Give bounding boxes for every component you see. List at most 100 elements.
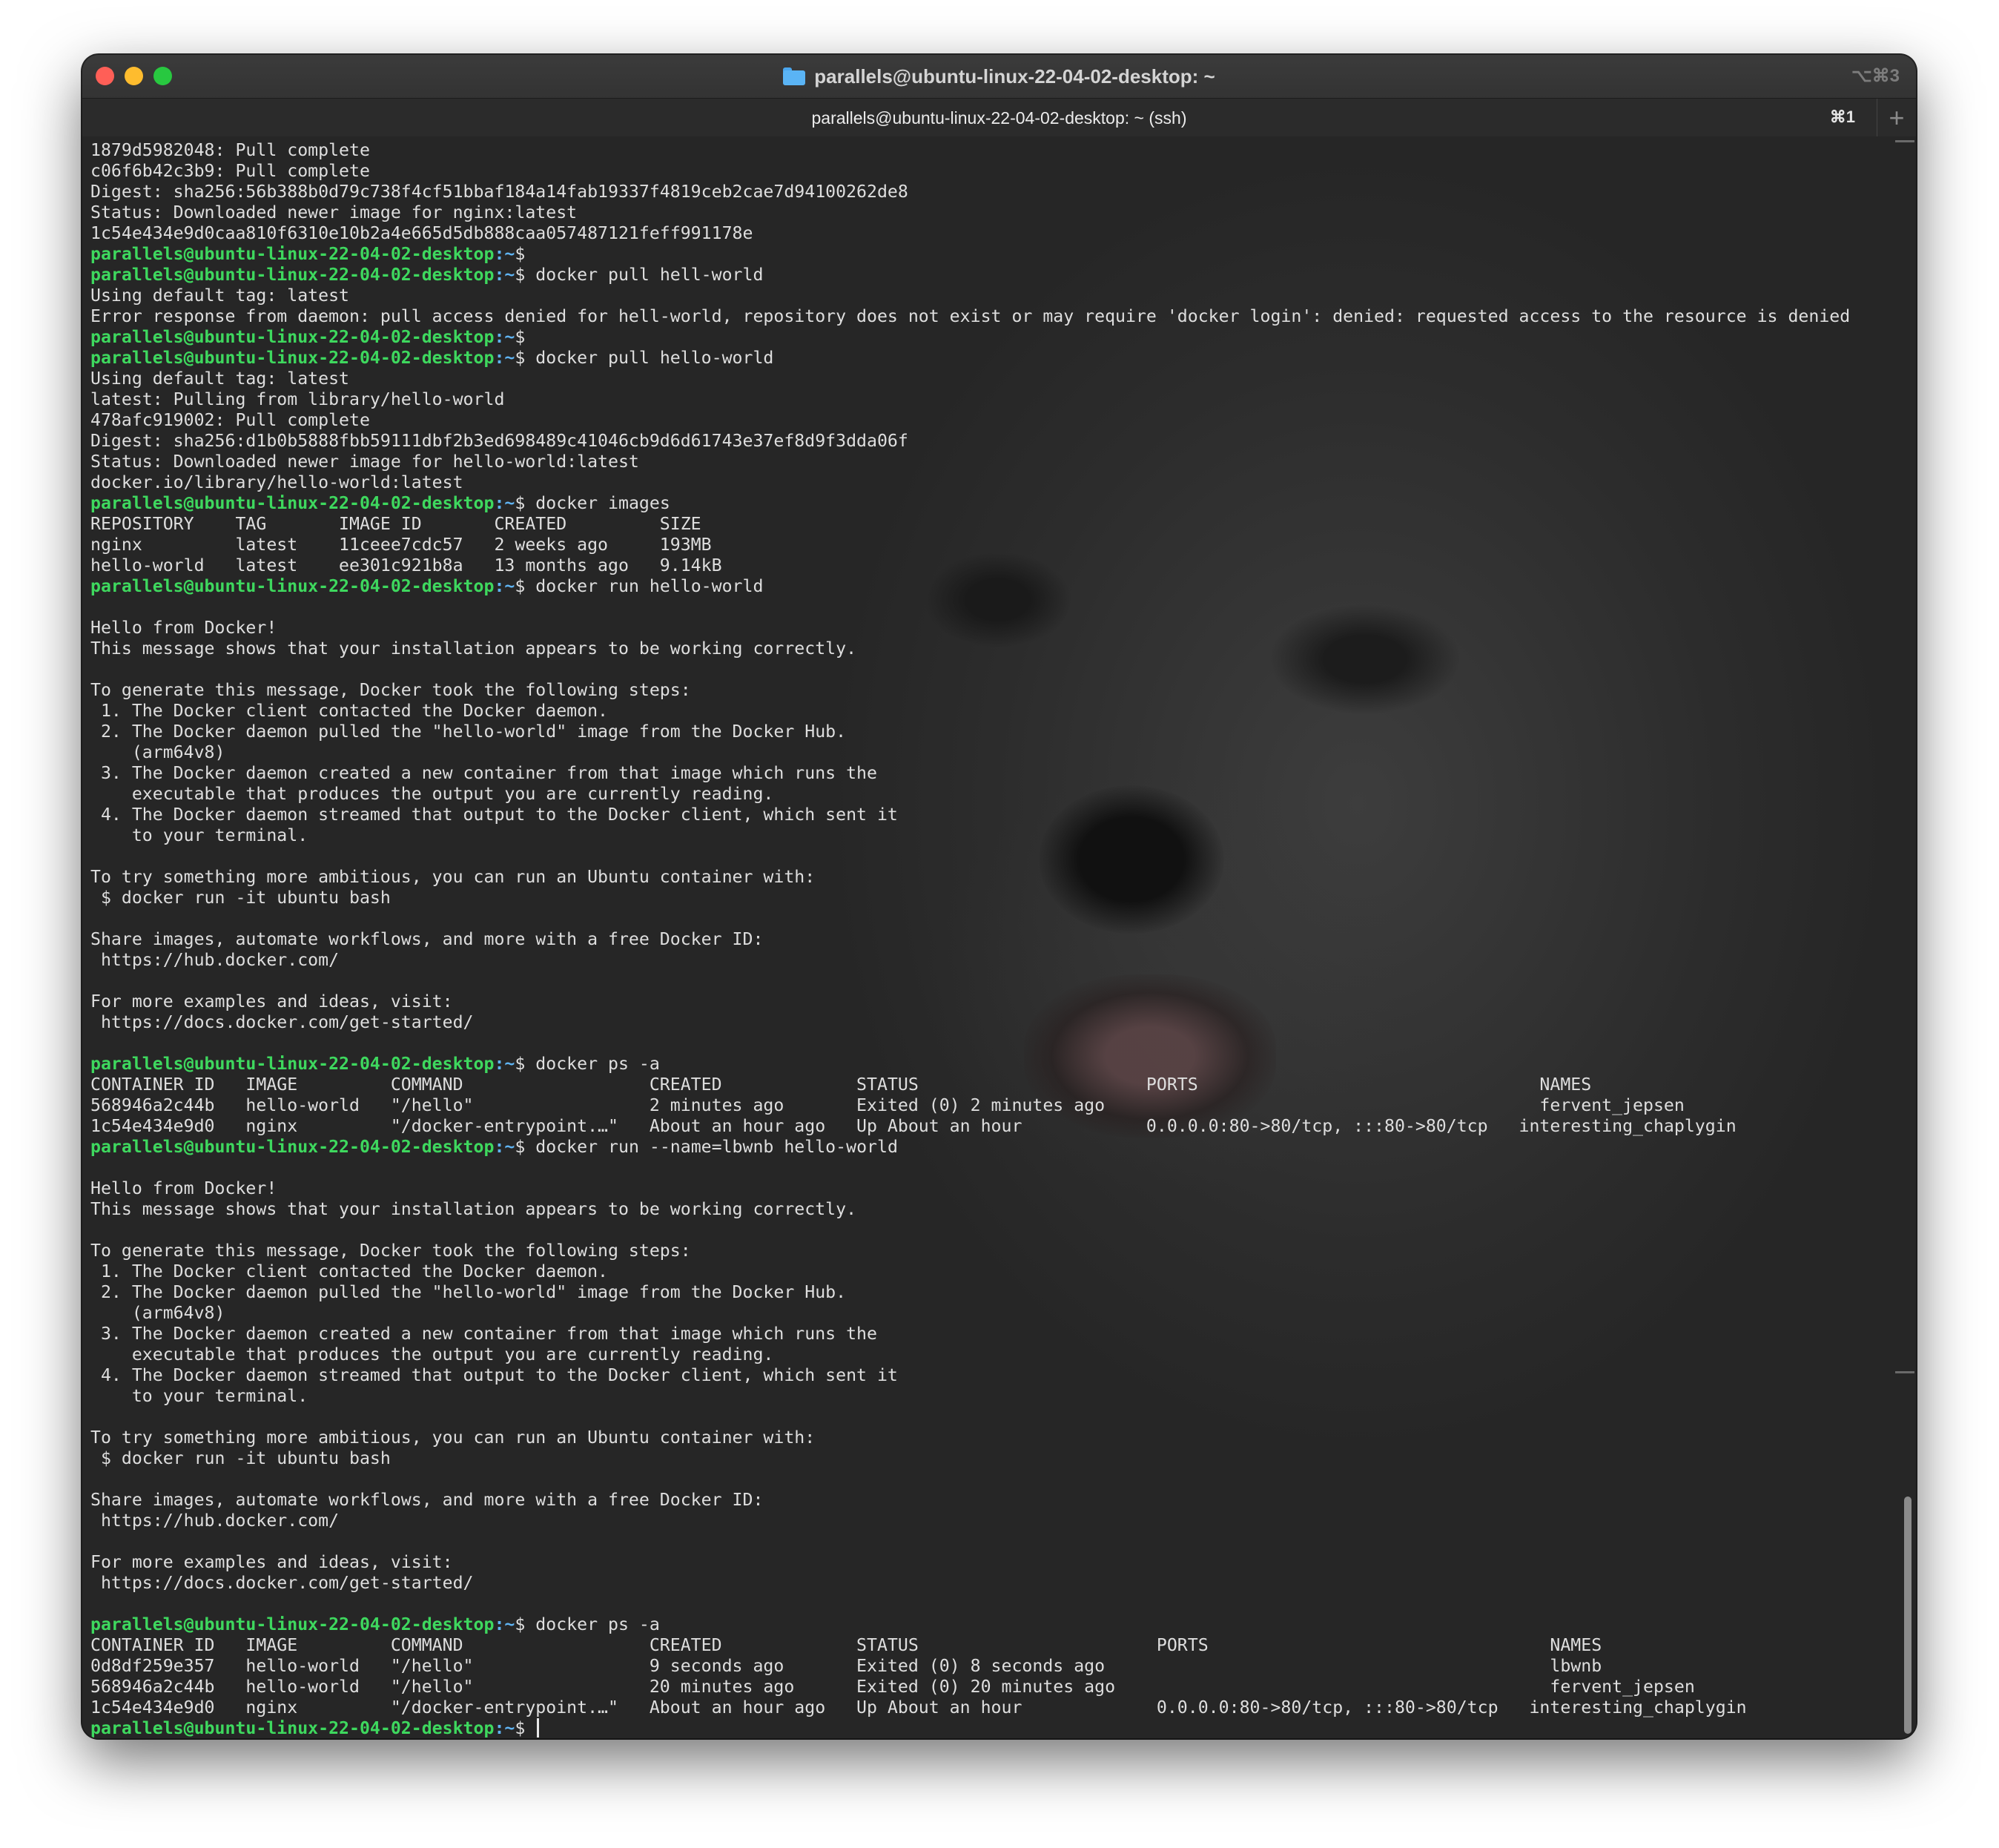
prompt-symbol: $ (515, 493, 526, 513)
prompt-path: :~ (494, 1718, 515, 1738)
output-line: Status: Downloaded newer image for nginx… (90, 202, 1850, 223)
command-text (525, 1718, 535, 1738)
output-line: latest: Pulling from library/hello-world (90, 389, 1850, 410)
output-text: 2. The Docker daemon pulled the "hello-w… (90, 1282, 847, 1302)
output-line: to your terminal. (90, 1386, 1850, 1407)
output-text: hello-world latest ee301c921b8a 13 month… (90, 555, 722, 575)
window-shortcut: ⌥⌘3 (1851, 66, 1900, 86)
output-line: Digest: sha256:56b388b0d79c738f4cf51bbaf… (90, 182, 1850, 202)
prompt-line: parallels@ubuntu-linux-22-04-02-desktop:… (90, 1718, 1850, 1738)
output-line: executable that produces the output you … (90, 784, 1850, 805)
prompt-symbol: $ (515, 348, 526, 368)
terminal-content[interactable]: 1879d5982048: Pull complete c06f6b42c3b9:… (82, 136, 1916, 1738)
tab-shortcut: ⌘1 (1829, 108, 1855, 126)
output-text: to your terminal. (90, 1386, 308, 1406)
new-tab-button[interactable]: + (1877, 99, 1916, 137)
output-line: This message shows that your installatio… (90, 1199, 1850, 1220)
output-line: 1c54e434e9d0 nginx "/docker-entrypoint.…… (90, 1697, 1850, 1718)
prompt-path: :~ (494, 493, 515, 513)
output-text: Status: Downloaded newer image for nginx… (90, 202, 578, 222)
output-line: 2. The Docker daemon pulled the "hello-w… (90, 1282, 1850, 1303)
close-button[interactable] (96, 67, 114, 85)
output-text: Using default tag: latest (90, 286, 350, 306)
command-text: docker images (525, 493, 670, 513)
prompt-user-host: parallels@ubuntu-linux-22-04-02-desktop (90, 265, 495, 285)
prompt-path: :~ (494, 1137, 515, 1157)
window-title: parallels@ubuntu-linux-22-04-02-desktop:… (814, 65, 1215, 88)
scrollbar-thumb[interactable] (1904, 1496, 1912, 1734)
output-text: Using default tag: latest (90, 369, 350, 389)
output-line: To generate this message, Docker took th… (90, 1241, 1850, 1261)
output-line: 478afc919002: Pull complete (90, 410, 1850, 431)
output-text: CONTAINER ID IMAGE COMMAND CREATED STATU… (90, 1075, 1592, 1095)
output-text: To try something more ambitious, you can… (90, 867, 816, 887)
output-line: 1879d5982048: Pull complete (90, 140, 1850, 161)
terminal-output[interactable]: 1879d5982048: Pull complete c06f6b42c3b9:… (90, 140, 1850, 1738)
prompt-path: :~ (494, 244, 515, 264)
output-text: For more examples and ideas, visit: (90, 1552, 453, 1572)
output-line: 4. The Docker daemon streamed that outpu… (90, 1365, 1850, 1386)
output-text: Hello from Docker! (90, 1178, 277, 1198)
output-line: 3. The Docker daemon created a new conta… (90, 1324, 1850, 1344)
output-line: (arm64v8) (90, 1303, 1850, 1324)
prompt-symbol: $ (515, 1718, 526, 1738)
output-line: CONTAINER ID IMAGE COMMAND CREATED STATU… (90, 1075, 1850, 1095)
scroll-marker-top (1895, 140, 1914, 142)
output-text: 568946a2c44b hello-world "/hello" 2 minu… (90, 1095, 1685, 1115)
output-line: https://docs.docker.com/get-started/ (90, 1012, 1850, 1033)
prompt-path: :~ (494, 348, 515, 368)
tab-ssh-session[interactable]: parallels@ubuntu-linux-22-04-02-desktop:… (812, 108, 1187, 128)
output-line: Share images, automate workflows, and mo… (90, 929, 1850, 950)
output-line: This message shows that your installatio… (90, 638, 1850, 659)
prompt-user-host: parallels@ubuntu-linux-22-04-02-desktop (90, 348, 495, 368)
scrollbar[interactable] (1895, 140, 1914, 1734)
output-line: To try something more ambitious, you can… (90, 867, 1850, 888)
command-text: docker run hello-world (525, 576, 764, 596)
output-text: 0d8df259e357 hello-world "/hello" 9 seco… (90, 1656, 1602, 1676)
prompt-user-host: parallels@ubuntu-linux-22-04-02-desktop (90, 244, 495, 264)
prompt-path: :~ (494, 327, 515, 347)
output-text: This message shows that your installatio… (90, 1199, 857, 1219)
output-text: 4. The Docker daemon streamed that outpu… (90, 805, 898, 825)
prompt-symbol: $ (515, 265, 526, 285)
prompt-user-host: parallels@ubuntu-linux-22-04-02-desktop (90, 1614, 495, 1634)
prompt-symbol: $ (515, 244, 526, 264)
output-text: This message shows that your installatio… (90, 638, 857, 659)
output-text: Hello from Docker! (90, 618, 277, 638)
output-text: For more examples and ideas, visit: (90, 991, 453, 1012)
output-text: Digest: sha256:d1b0b5888fbb59111dbf2b3ed… (90, 431, 908, 451)
output-line: 3. The Docker daemon created a new conta… (90, 763, 1850, 784)
output-line: 2. The Docker daemon pulled the "hello-w… (90, 722, 1850, 742)
output-line: CONTAINER ID IMAGE COMMAND CREATED STATU… (90, 1635, 1850, 1656)
command-text: docker pull hell-world (525, 265, 764, 285)
output-text: CONTAINER ID IMAGE COMMAND CREATED STATU… (90, 1635, 1602, 1655)
output-text: 1879d5982048: Pull complete (90, 140, 370, 160)
minimize-button[interactable] (125, 67, 143, 85)
output-line: to your terminal. (90, 825, 1850, 846)
output-line: 4. The Docker daemon streamed that outpu… (90, 805, 1850, 825)
output-text: Digest: sha256:56b388b0d79c738f4cf51bbaf… (90, 182, 908, 202)
output-line: 0d8df259e357 hello-world "/hello" 9 seco… (90, 1656, 1850, 1677)
output-text: To try something more ambitious, you can… (90, 1428, 816, 1448)
output-text: 3. The Docker daemon created a new conta… (90, 763, 877, 783)
zoom-button[interactable] (153, 67, 172, 85)
output-text: $ docker run -it ubuntu bash (90, 1448, 391, 1468)
prompt-line: parallels@ubuntu-linux-22-04-02-desktop:… (90, 493, 1850, 514)
output-text: docker.io/library/hello-world:latest (90, 472, 463, 492)
output-line: Hello from Docker! (90, 1178, 1850, 1199)
tab-bar: parallels@ubuntu-linux-22-04-02-desktop:… (82, 98, 1916, 139)
output-line: To generate this message, Docker took th… (90, 680, 1850, 701)
title-bar[interactable]: parallels@ubuntu-linux-22-04-02-desktop:… (82, 55, 1916, 98)
output-line: (arm64v8) (90, 742, 1850, 763)
output-line: $ docker run -it ubuntu bash (90, 888, 1850, 908)
output-line: c06f6b42c3b9: Pull complete (90, 161, 1850, 182)
output-line: 1. The Docker client contacted the Docke… (90, 701, 1850, 722)
